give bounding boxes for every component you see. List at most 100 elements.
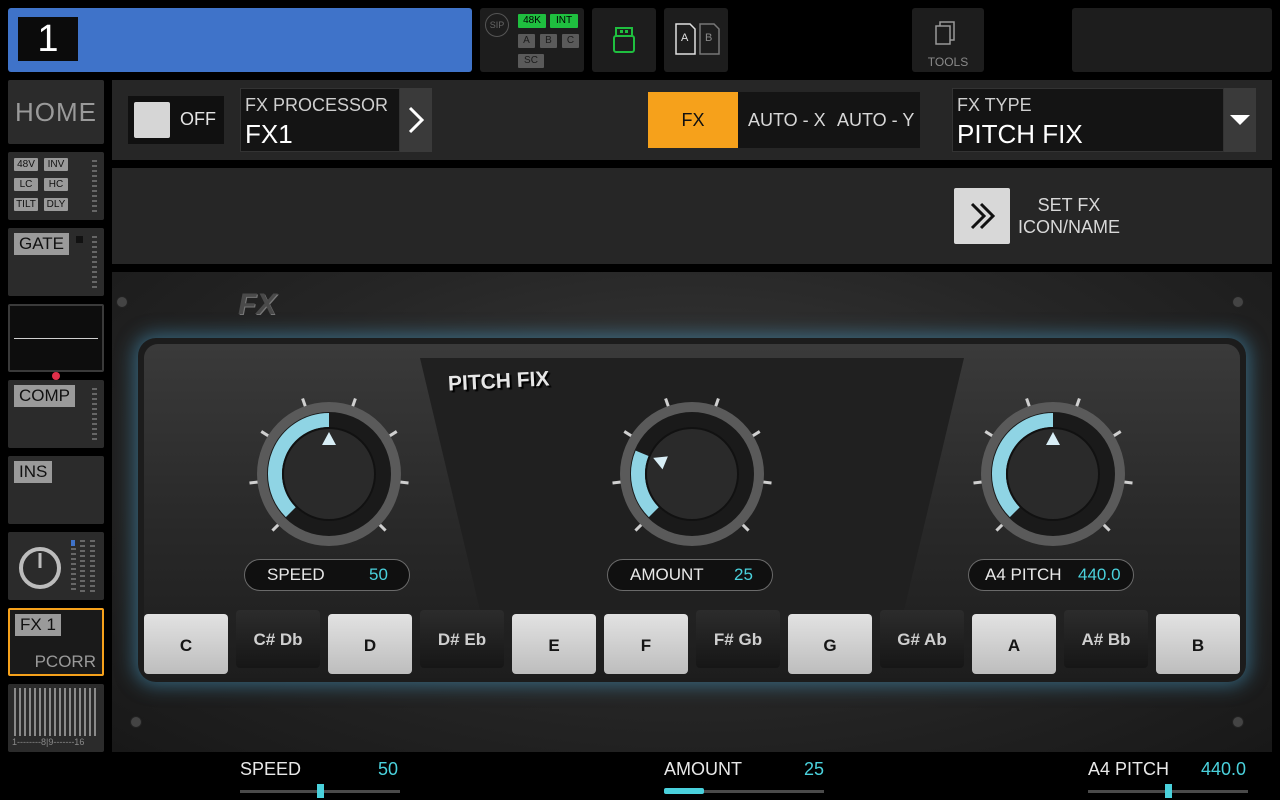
amount-value: 25 [734,565,753,584]
insert-point-dot [52,372,60,380]
tools-clipboard-icon [935,21,955,45]
toggle-label: OFF [180,109,216,129]
fx-processor-field[interactable]: FX PROCESSOR FX1 [240,88,400,152]
knob-cap [645,427,739,521]
amount-name: AMOUNT [630,565,704,584]
input-block[interactable]: 48V INV LC HC TILT DLY [8,152,104,220]
sidechain-tag: SC [518,54,544,68]
level-indicator [71,540,75,546]
fx-type-caption: FX TYPE [957,95,1032,115]
channel-meter-l [71,548,76,592]
key-e[interactable]: E [512,614,596,674]
fx-type-select[interactable]: FX TYPE PITCH FIX [952,88,1224,152]
ins-label: INS [14,461,53,483]
set-fx-label: SET FX ICON/NAME [1016,194,1122,238]
bottom-a4-pitch-value: 440.0 [1201,759,1247,779]
amount-value-pill[interactable]: AMOUNT 25 [607,559,773,591]
chevron-down-icon [1230,115,1250,125]
low-cut-tag: LC [14,178,38,191]
eq-block[interactable] [8,304,104,372]
a4-pitch-value-pill[interactable]: A4 PITCH 440.0 [968,559,1134,591]
bus-meters [14,688,98,736]
comp-block[interactable]: COMP [8,380,104,448]
key-b[interactable]: B [1156,614,1240,674]
a4-pitch-value: 440.0 [1078,565,1121,584]
key-a-sharp[interactable]: A# Bb [1064,610,1148,668]
fx-type-dropdown-button[interactable] [1224,88,1256,152]
speed-value-pill[interactable]: SPEED 50 [244,559,410,591]
sip-indicator: SIP [485,13,509,37]
fx1-block[interactable]: FX 1 PCORR [8,608,104,676]
key-f-sharp[interactable]: F# Gb [696,610,780,668]
set-fx-line2: ICON/NAME [1017,217,1120,237]
set-fx-line1: SET FX [1037,195,1101,215]
bottom-speed-thumb[interactable] [317,784,324,798]
ins-block[interactable]: INS [8,456,104,524]
amount-knob[interactable] [612,397,772,546]
a4-pitch-name: A4 PITCH [985,565,1062,584]
meter-scale: 1--------8|9-------16 [12,737,85,747]
top-right-panel[interactable] [1072,8,1272,72]
speed-name: SPEED [267,565,325,584]
channel-meter-r [80,540,85,592]
key-a[interactable]: A [972,614,1056,674]
fx1-label: FX 1 [15,614,61,636]
gate-label: GATE [14,233,70,255]
key-d-sharp[interactable]: D# Eb [420,610,504,668]
key-c[interactable]: C [144,614,228,674]
sample-rate-tag: 48K [518,14,546,28]
eq-curve [14,338,98,339]
delay-tag: DLY [44,198,68,211]
gate-meter [92,236,97,288]
bank-a-tag: A [518,34,535,48]
gate-indicator [76,236,83,243]
bottom-a4-pitch-thumb[interactable] [1165,784,1172,798]
key-g-sharp[interactable]: G# Ab [880,610,964,668]
key-g[interactable]: G [788,614,872,674]
channel-meter-aux [90,540,95,592]
comp-label: COMP [14,385,75,407]
mode-auto-y-button[interactable]: AUTO - Y [837,92,914,148]
sd-card-icon [675,23,720,55]
fx1-sub-label: PCORR [34,652,96,671]
a4-pitch-knob[interactable] [973,397,1133,546]
card-a-label: A [681,32,689,44]
high-cut-tag: HC [44,178,68,191]
tilt-tag: TILT [14,198,38,211]
speed-knob[interactable] [249,397,409,546]
key-c-sharp[interactable]: C# Db [236,610,320,668]
phantom-48v-tag: 48V [14,158,38,171]
comp-meter [92,388,97,440]
processor-value: FX1 [245,119,293,149]
meter-bridge-block[interactable]: 1--------8|9-------16 [8,684,104,752]
bank-b-tag: B [540,34,557,48]
sd-card-button[interactable]: A B [664,8,728,72]
toggle-switch[interactable] [134,102,170,138]
knob-layer [249,397,1133,546]
tools-label: TOOLS [927,55,969,69]
key-f[interactable]: F [604,614,688,674]
bottom-a4-pitch-label: A4 PITCH [1088,759,1170,779]
set-fx-icon-button[interactable] [954,188,1010,244]
input-meter [92,160,97,212]
bottom-amount-fill[interactable] [664,788,704,794]
gate-block[interactable]: GATE [8,228,104,296]
bank-c-tag: C [562,34,579,48]
home-button[interactable]: HOME [8,80,104,144]
bottom-speed-value: 50 [378,759,399,779]
key-d[interactable]: D [328,614,412,674]
processor-caption: FX PROCESSOR [245,95,389,115]
bottom-amount-label: AMOUNT [664,759,742,779]
usb-button[interactable] [592,8,656,72]
bottom-amount-value: 25 [804,759,825,779]
channel-number: 1 [18,17,78,61]
clock-source-tag: INT [550,14,578,28]
fader-block[interactable] [8,532,104,600]
mode-fx-button[interactable]: FX [648,92,738,148]
bottom-speed-label: SPEED [240,759,302,779]
processor-next-button[interactable] [400,88,432,152]
usb-drive-icon [613,27,635,53]
double-chevron-right-icon [970,202,996,230]
fx-type-value: PITCH FIX [957,119,1083,149]
mode-auto-x-button[interactable]: AUTO - X [748,92,826,148]
